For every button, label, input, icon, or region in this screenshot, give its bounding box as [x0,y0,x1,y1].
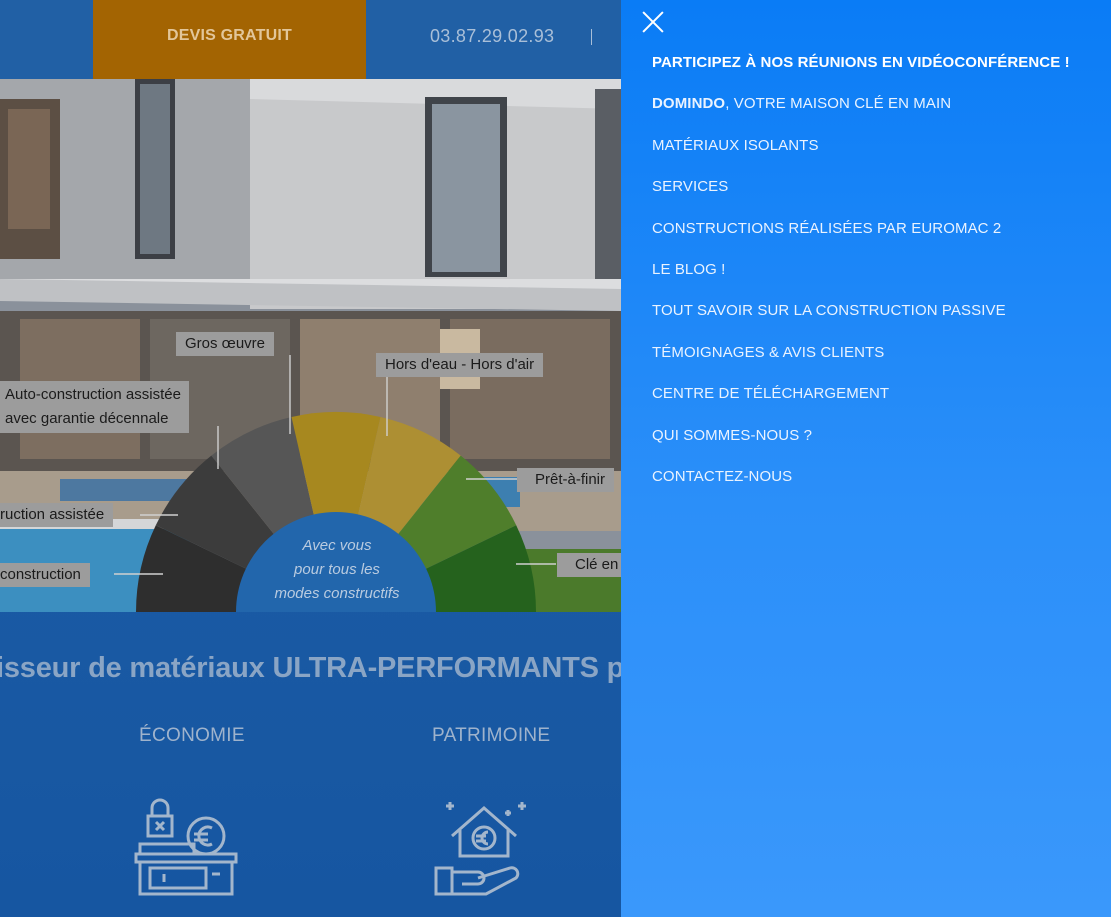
wheel-label-cle-en-main: Clé en [557,553,621,577]
top-bar-divider [591,29,592,45]
menu-item-domindo-label: , VOTRE MAISON CLÉ EN MAIN [725,95,952,113]
overlay-menu: PARTICIPEZ À NOS RÉUNIONS EN VIDÉOCONFÉR… [621,0,1111,917]
wheel-label-auto-garantie-line1: Auto-construction assistée [5,386,181,403]
wheel-center-line2: pour tous les [294,561,380,578]
house-euro-hand-icon [434,802,526,896]
safe-euro-icon [134,798,238,896]
menu-item-videoconference[interactable]: PARTICIPEZ À NOS RÉUNIONS EN VIDÉOCONFÉR… [652,54,1070,95]
menu-item-contact[interactable]: CONTACTEZ-NOUS [652,468,1070,509]
devis-gratuit-button[interactable]: DEVIS GRATUIT [93,0,366,79]
section-headline: isseur de matériaux ULTRA-PERFORMANTS p [0,652,621,684]
menu-item-temoignages[interactable]: TÉMOIGNAGES & AVIS CLIENTS [652,344,1070,385]
economie-title: ÉCONOMIE [139,725,245,746]
construction-modes-wheel [114,355,556,612]
wheel-label-hors-eau: Hors d'eau - Hors d'air [376,353,544,377]
close-icon[interactable] [641,10,665,34]
menu-item-qui-sommes-nous[interactable]: QUI SOMMES-NOUS ? [652,427,1070,468]
wheel-center-line3: modes constructifs [274,585,400,602]
wheel-label-auto-assistee: ruction assistée [0,503,114,527]
wheel-label-auto-garantie: Auto-construction assistée avec garantie… [0,381,189,433]
menu-item-services[interactable]: SERVICES [652,178,1070,219]
phone-number[interactable]: 03.87.29.02.93 [430,26,554,47]
page-background: DEVIS GRATUIT 03.87.29.02.93 Gros œuvre … [0,0,621,917]
patrimoine-title: PATRIMOINE [432,725,551,746]
wheel-label-auto-construction: construction [0,563,90,587]
menu-item-telechargement[interactable]: CENTRE DE TÉLÉCHARGEMENT [652,385,1070,426]
wheel-label-pret-a-finir: Prêt-à-finir [517,468,615,492]
wheel-center-line1: Avec vous [302,537,372,554]
menu-item-constructions-realisees[interactable]: CONSTRUCTIONS RÉALISÉES PAR EUROMAC 2 [652,220,1070,261]
wheel-label-gros-oeuvre: Gros œuvre [176,332,275,356]
menu-item-blog[interactable]: LE BLOG ! [652,261,1070,302]
menu-item-videoconference-link[interactable]: PARTICIPEZ À NOS RÉUNIONS EN VIDÉOCONFÉR… [652,54,1070,71]
wheel-label-auto-garantie-line2: avec garantie décennale [5,410,169,427]
menu-item-construction-passive[interactable]: TOUT SAVOIR SUR LA CONSTRUCTION PASSIVE [652,302,1070,343]
menu-list: PARTICIPEZ À NOS RÉUNIONS EN VIDÉOCONFÉR… [652,54,1070,509]
wheel-center-text: Avec vous pour tous les modes constructi… [252,534,422,606]
menu-item-domindo-bold: DOMINDO [652,95,726,113]
menu-item-domindo[interactable]: DOMINDO, VOTRE MAISON CLÉ EN MAIN [652,95,1070,136]
menu-item-materiaux-isolants[interactable]: MATÉRIAUX ISOLANTS [652,137,1070,178]
